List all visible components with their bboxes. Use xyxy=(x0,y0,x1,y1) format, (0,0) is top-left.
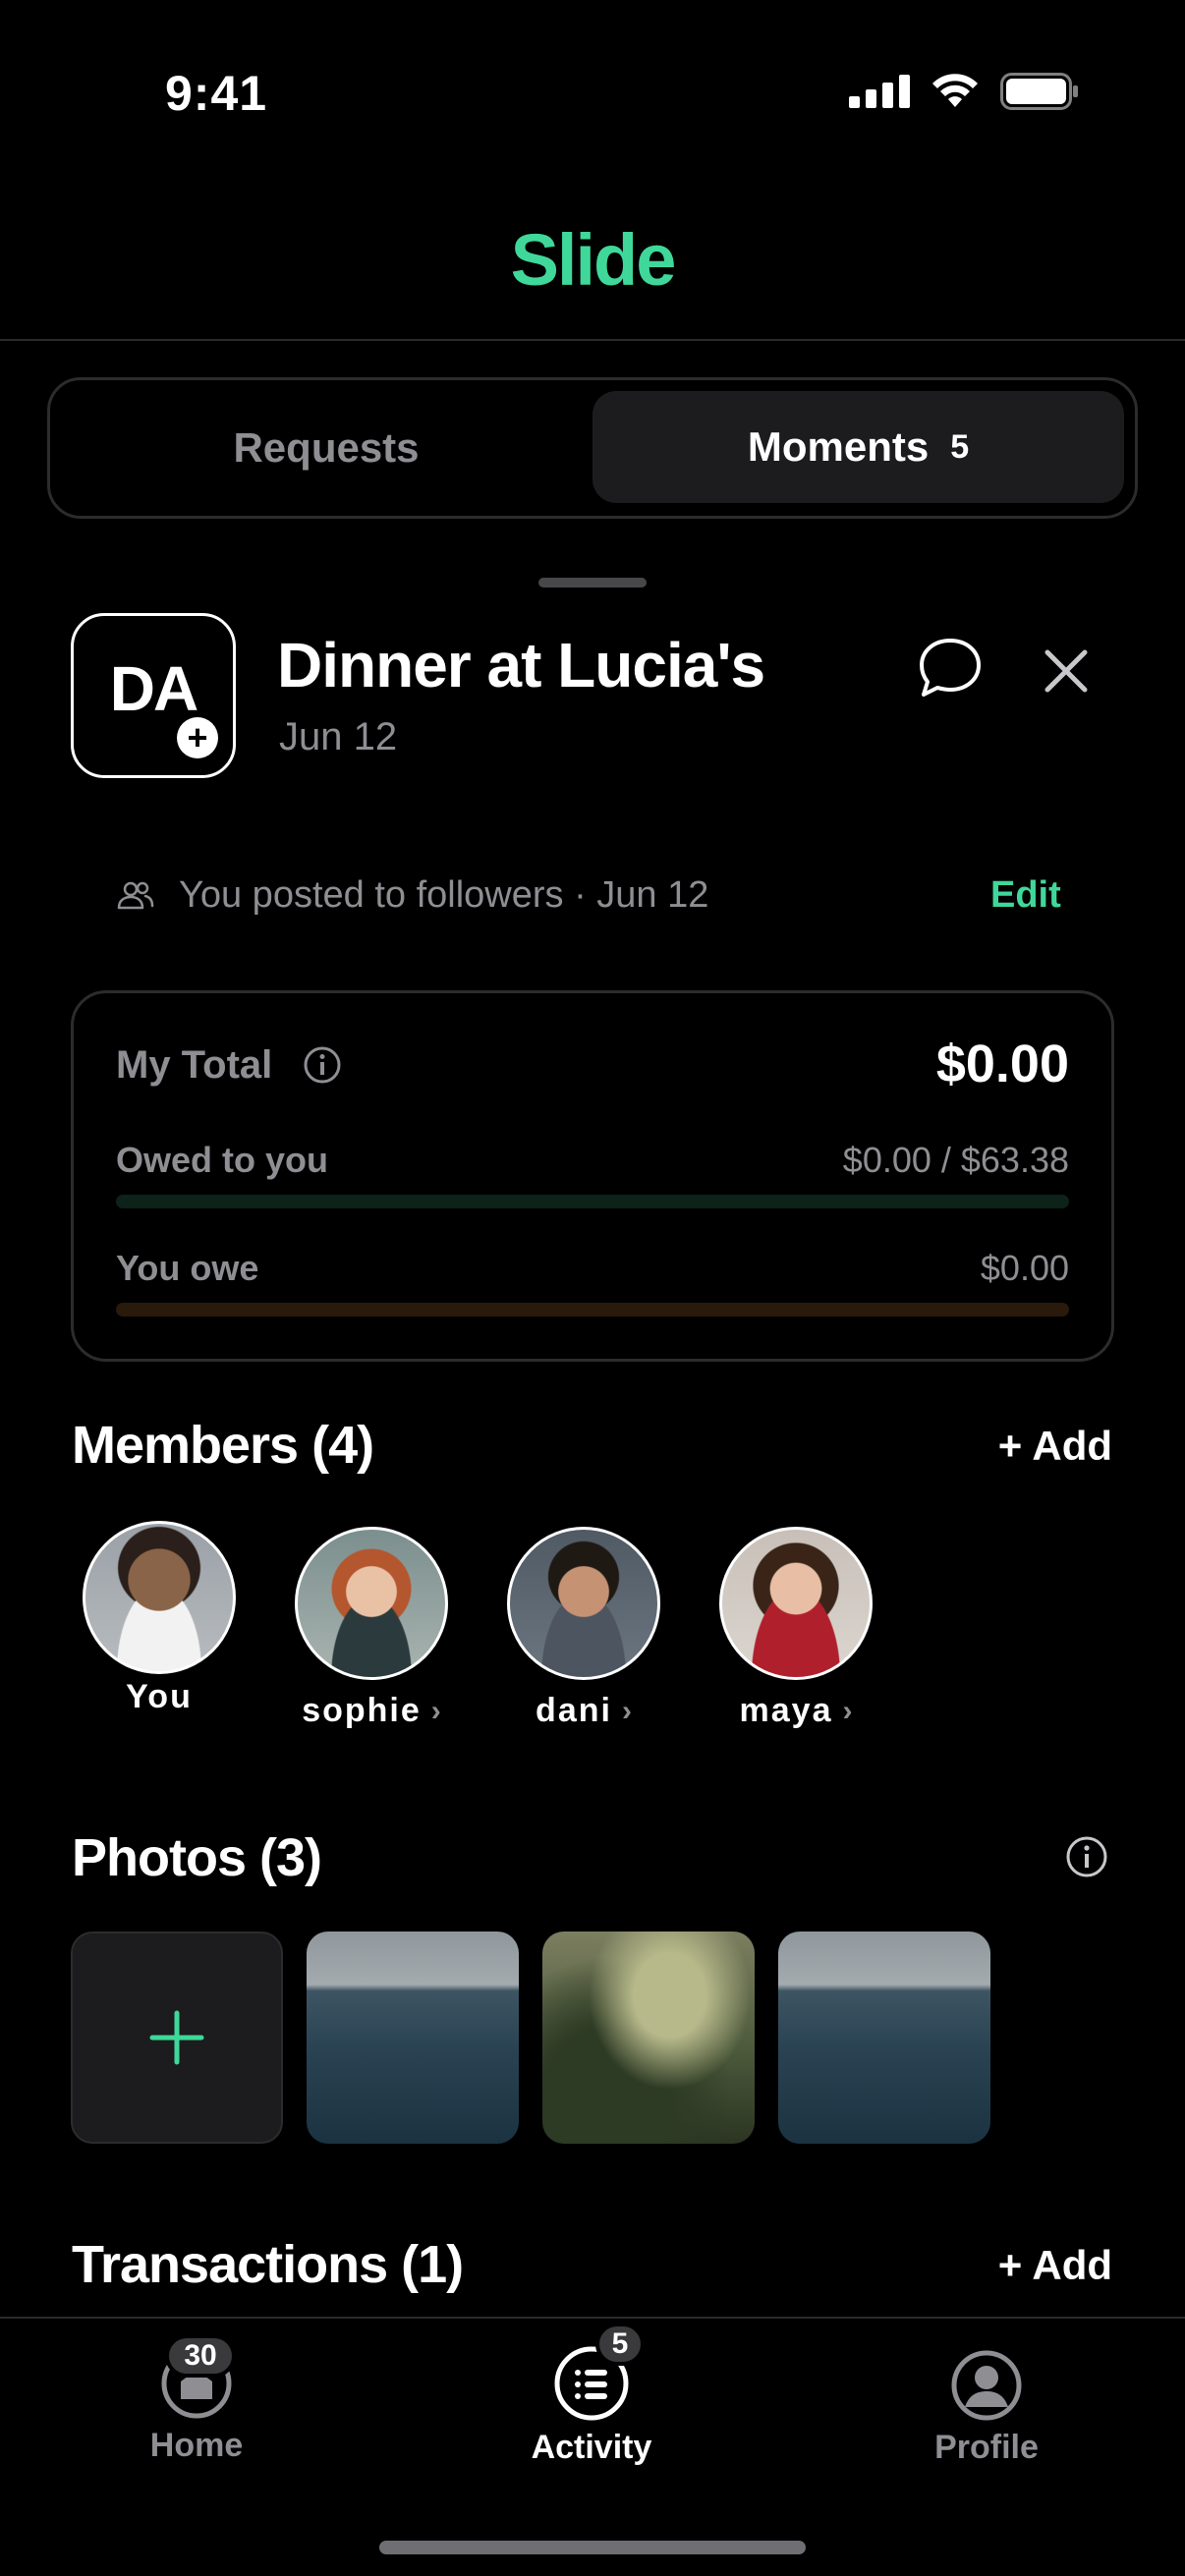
chevron-right-icon: › xyxy=(842,1694,853,1727)
members-title: Members (4) xyxy=(72,1416,374,1475)
tab-home[interactable]: 30 Home xyxy=(49,2334,344,2465)
battery-icon xyxy=(1000,73,1078,110)
tab-moments-label: Moments xyxy=(747,423,930,470)
owe-progress-bar xyxy=(116,1303,1069,1316)
owed-to-you-label: Owed to you xyxy=(116,1140,328,1180)
close-button[interactable] xyxy=(1042,646,1091,700)
member-dani[interactable]: dani › xyxy=(485,1527,682,1730)
info-icon xyxy=(304,1046,341,1084)
chat-button[interactable] xyxy=(918,637,983,704)
tab-activity[interactable]: 5 Activity xyxy=(444,2323,739,2467)
ocean-photo[interactable] xyxy=(778,1932,990,2144)
tab-profile[interactable]: Profile xyxy=(839,2338,1134,2467)
moment-initials: DA xyxy=(109,653,198,724)
moment-date: Jun 12 xyxy=(279,715,398,758)
member-name: You xyxy=(126,1678,193,1715)
wifi-icon xyxy=(932,74,978,107)
posted-text: You posted to followers · Jun 12 xyxy=(179,874,709,916)
tab-activity-label: Activity xyxy=(531,2429,652,2466)
moment-title: Dinner at Lucia's xyxy=(277,630,765,700)
you-owe-label: You owe xyxy=(116,1248,259,1288)
status-icons xyxy=(849,73,1079,110)
chevron-right-icon: › xyxy=(430,1694,441,1727)
moments-count-badge: 5 xyxy=(950,427,970,466)
posted-info: You posted to followers · Jun 12 xyxy=(116,874,708,917)
profile-icon-wrap xyxy=(949,2338,1024,2421)
tab-requests-label: Requests xyxy=(233,424,420,471)
header-divider xyxy=(0,339,1185,341)
my-total-info-button[interactable] xyxy=(303,1045,342,1090)
my-total-label: My Total xyxy=(116,1043,273,1087)
avatar xyxy=(295,1527,448,1680)
info-icon xyxy=(1066,1836,1107,1877)
owed-to-you-value: $0.00 / $63.38 xyxy=(842,1140,1069,1180)
avatar xyxy=(719,1527,873,1680)
home-indicator xyxy=(379,2541,806,2554)
owed-progress-bar xyxy=(116,1195,1069,1208)
close-icon xyxy=(1044,649,1088,693)
you-owe-value: $0.00 xyxy=(980,1248,1069,1288)
activity-badge: 5 xyxy=(595,2323,645,2366)
edit-button[interactable]: Edit xyxy=(990,874,1061,917)
photos-title: Photos (3) xyxy=(72,1828,322,1887)
status-time: 9:41 xyxy=(165,66,268,121)
chevron-right-icon: › xyxy=(621,1694,632,1727)
member-maya[interactable]: maya › xyxy=(698,1527,894,1730)
followers-icon xyxy=(117,881,154,909)
member-name: sophie xyxy=(302,1692,422,1729)
tab-moments[interactable]: Moments 5 xyxy=(592,391,1124,503)
member-name: dani xyxy=(536,1692,612,1729)
tab-home-label: Home xyxy=(149,2427,244,2464)
tab-requests[interactable]: Requests xyxy=(51,381,601,515)
add-avatar-icon[interactable]: + xyxy=(177,717,218,758)
cellular-signal-icon xyxy=(849,75,910,108)
member-sophie[interactable]: sophie › xyxy=(273,1527,470,1730)
home-badge: 30 xyxy=(165,2334,236,2378)
chat-bubble-icon xyxy=(920,639,981,697)
member-you[interactable]: You xyxy=(61,1521,257,1716)
sheet-grabber[interactable] xyxy=(538,578,647,588)
avatar xyxy=(83,1521,236,1674)
tab-bar-divider xyxy=(0,2317,1185,2319)
photos-info-button[interactable] xyxy=(1065,1835,1108,1883)
profile-icon xyxy=(951,2350,1022,2421)
member-name: maya xyxy=(739,1692,833,1729)
add-transaction-button[interactable]: + Add xyxy=(998,2242,1112,2289)
add-photo-button[interactable] xyxy=(71,1932,283,2144)
avatar xyxy=(507,1527,660,1680)
tab-profile-label: Profile xyxy=(934,2429,1039,2466)
forest-photo[interactable] xyxy=(542,1932,755,2144)
activity-icon-wrap: 5 xyxy=(552,2323,645,2421)
home-icon-wrap: 30 xyxy=(159,2334,236,2419)
plus-icon xyxy=(149,2010,204,2065)
my-total-value: $0.00 xyxy=(935,1035,1069,1093)
transactions-title: Transactions (1) xyxy=(72,2235,464,2294)
app-logo: Slide xyxy=(510,219,677,301)
ocean-photo[interactable] xyxy=(307,1932,519,2144)
add-member-button[interactable]: + Add xyxy=(998,1423,1112,1470)
